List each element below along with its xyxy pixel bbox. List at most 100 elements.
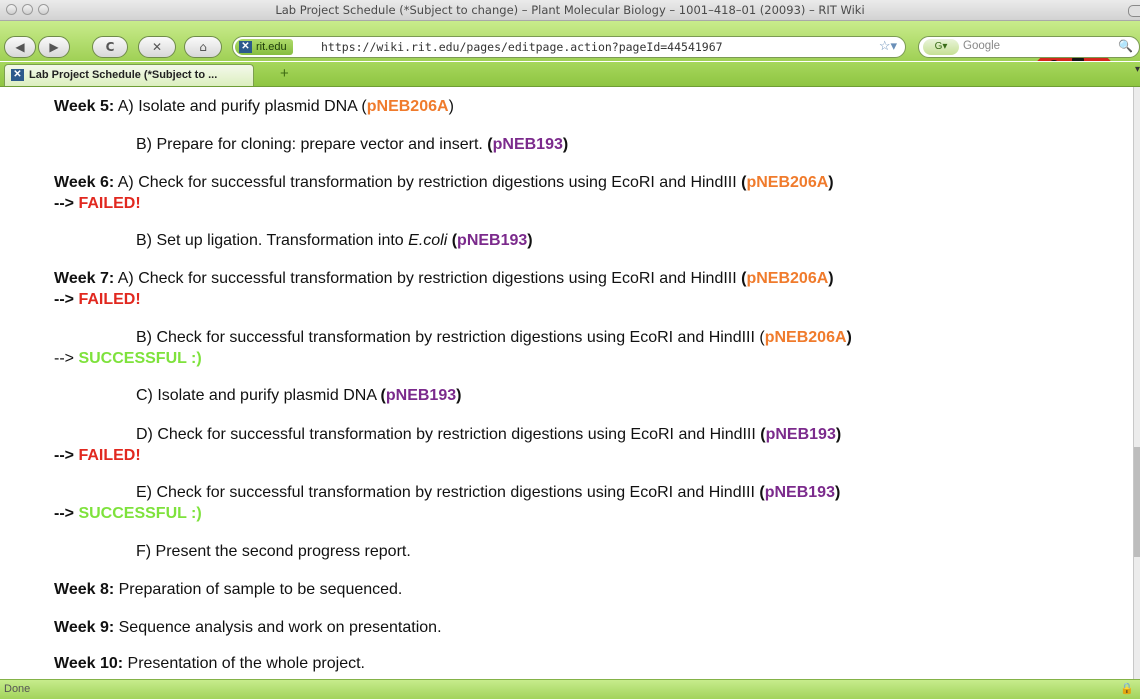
- tab-list-chevron-icon[interactable]: ▾: [1135, 64, 1140, 75]
- task-text: A) Check for successful transformation b…: [114, 174, 742, 191]
- vector-name: pNEB206A: [764, 329, 847, 346]
- week-label: Week 8:: [54, 581, 115, 598]
- task-text: F) Present the second progress report.: [136, 543, 411, 560]
- stop-button[interactable]: ✕: [138, 36, 176, 58]
- week9-line: Week 9: Sequence analysis and work on pr…: [54, 619, 442, 637]
- reload-icon: C: [105, 40, 115, 54]
- status-successful: SUCCESSFUL :): [74, 350, 202, 367]
- toolbar-toggle-button[interactable]: [1128, 5, 1140, 17]
- site-identity-badge[interactable]: ✕ rit.edu: [235, 39, 293, 55]
- forward-button[interactable]: ▶: [38, 36, 70, 58]
- status-failed: FAILED!: [74, 447, 141, 464]
- paren-close: ): [835, 426, 842, 443]
- paren-close: ): [828, 174, 834, 191]
- paren-close: ): [562, 136, 569, 153]
- vector-name: pNEB206A: [746, 270, 829, 287]
- paren-open: (: [447, 232, 458, 249]
- search-icon[interactable]: 🔍: [1118, 39, 1133, 53]
- vector-name: pNEB193: [492, 136, 563, 153]
- task-text: B) Set up ligation. Transformation into: [136, 232, 409, 249]
- navigation-toolbar: ◀ ▶ C ✕ ⌂ ✕ rit.edu https://wiki.rit.edu…: [0, 21, 1140, 61]
- status-bar: Done 🔒: [0, 679, 1140, 699]
- status-successful: SUCCESSFUL :): [74, 505, 202, 522]
- rit-favicon-icon: ✕: [239, 41, 252, 53]
- tab-bar: ✕ Lab Project Schedule (*Subject to ... …: [0, 62, 1140, 87]
- week7-line-d-result: --> FAILED!: [54, 447, 141, 465]
- week5-line-a: Week 5: A) Isolate and purify plasmid DN…: [54, 98, 454, 116]
- paren-close: ): [527, 232, 533, 249]
- organism-name: E.coli: [408, 232, 448, 249]
- vertical-scrollbar[interactable]: [1133, 87, 1140, 679]
- stop-icon: ✕: [151, 40, 163, 54]
- lock-icon[interactable]: 🔒: [1120, 682, 1134, 695]
- site-label: rit.edu: [256, 41, 287, 53]
- week7-line-b-result: --> SUCCESSFUL :): [54, 350, 202, 368]
- paren-close: ): [828, 270, 834, 287]
- paren-close: ): [846, 329, 852, 346]
- week-label: Week 10:: [54, 655, 124, 672]
- week7-line-c: C) Isolate and purify plasmid DNA (pNEB1…: [136, 387, 461, 405]
- paren-close: ): [456, 387, 462, 404]
- task-text: Sequence analysis and work on presentati…: [114, 619, 442, 636]
- task-text: A) Check for successful transformation b…: [114, 270, 742, 287]
- status-failed: FAILED!: [74, 195, 141, 212]
- scrollbar-thumb[interactable]: [1134, 447, 1140, 557]
- week7-line-d: D) Check for successful transformation b…: [136, 426, 841, 444]
- reload-button[interactable]: C: [92, 36, 128, 58]
- search-placeholder: Google: [963, 40, 1001, 52]
- search-input[interactable]: G▾ Google 🔍: [918, 36, 1140, 58]
- search-engine-selector[interactable]: G▾: [923, 39, 959, 55]
- task-text: B) Check for successful transformation b…: [136, 329, 765, 346]
- page-content: Week 5: A) Isolate and purify plasmid DN…: [0, 87, 1140, 679]
- home-button[interactable]: ⌂: [184, 36, 222, 58]
- window-titlebar: Lab Project Schedule (*Subject to change…: [0, 0, 1140, 21]
- week-label: Week 5:: [54, 98, 115, 115]
- week-label: Week 9:: [54, 619, 115, 636]
- week7-line-b: B) Check for successful transformation b…: [136, 329, 852, 347]
- vector-name: pNEB206A: [366, 98, 449, 115]
- back-button[interactable]: ◀: [4, 36, 36, 58]
- task-text: D) Check for successful transformation b…: [136, 426, 761, 443]
- week7-line-a: Week 7: A) Check for successful transfor…: [54, 270, 834, 288]
- tab-lab-project-schedule[interactable]: ✕ Lab Project Schedule (*Subject to ...: [4, 64, 254, 86]
- week7-line-e-result: --> SUCCESSFUL :): [54, 505, 202, 523]
- status-failed: FAILED!: [74, 291, 141, 308]
- vector-name: pNEB193: [764, 484, 835, 501]
- week-label: Week 7:: [54, 270, 115, 287]
- bookmark-star-icon[interactable]: ☆▾: [879, 38, 897, 54]
- week7-line-e: E) Check for successful transformation b…: [136, 484, 840, 502]
- url-text[interactable]: https://wiki.rit.edu/pages/editpage.acti…: [321, 40, 723, 54]
- week6-line-b: B) Set up ligation. Transformation into …: [136, 232, 533, 250]
- week8-line: Week 8: Preparation of sample to be sequ…: [54, 581, 402, 599]
- week7-line-f: F) Present the second progress report.: [136, 543, 411, 561]
- result-arrow: -->: [54, 447, 74, 464]
- task-text: B) Prepare for cloning: prepare vector a…: [136, 136, 488, 153]
- task-text: E) Check for successful transformation b…: [136, 484, 760, 501]
- task-text: C) Isolate and purify plasmid DNA: [136, 387, 381, 404]
- rit-favicon-icon: ✕: [11, 69, 24, 81]
- status-text: Done: [4, 683, 31, 695]
- result-arrow: -->: [54, 291, 74, 308]
- result-arrow: -->: [54, 505, 74, 522]
- task-text: Presentation of the whole project.: [123, 655, 365, 672]
- forward-arrow-icon: ▶: [49, 40, 59, 54]
- vector-name: pNEB193: [457, 232, 528, 249]
- week10-line: Week 10: Presentation of the whole proje…: [54, 655, 365, 673]
- week6-line-a-result: --> FAILED!: [54, 195, 141, 213]
- week5-line-b: B) Prepare for cloning: prepare vector a…: [136, 136, 568, 154]
- week6-line-a: Week 6: A) Check for successful transfor…: [54, 174, 834, 192]
- back-arrow-icon: ◀: [15, 40, 25, 54]
- new-tab-button[interactable]: +: [280, 65, 289, 82]
- tab-label: Lab Project Schedule (*Subject to ...: [29, 69, 218, 81]
- task-text: A) Isolate and purify plasmid DNA (: [114, 98, 367, 115]
- home-icon: ⌂: [199, 40, 207, 54]
- address-bar[interactable]: ✕ rit.edu https://wiki.rit.edu/pages/edi…: [232, 36, 906, 58]
- vector-name: pNEB206A: [746, 174, 829, 191]
- result-arrow: -->: [54, 195, 74, 212]
- window-title: Lab Project Schedule (*Subject to change…: [275, 3, 865, 17]
- result-arrow: -->: [54, 350, 74, 367]
- vector-name: pNEB193: [765, 426, 836, 443]
- week-label: Week 6:: [54, 174, 115, 191]
- vector-name: pNEB193: [385, 387, 457, 404]
- paren-close: ): [834, 484, 841, 501]
